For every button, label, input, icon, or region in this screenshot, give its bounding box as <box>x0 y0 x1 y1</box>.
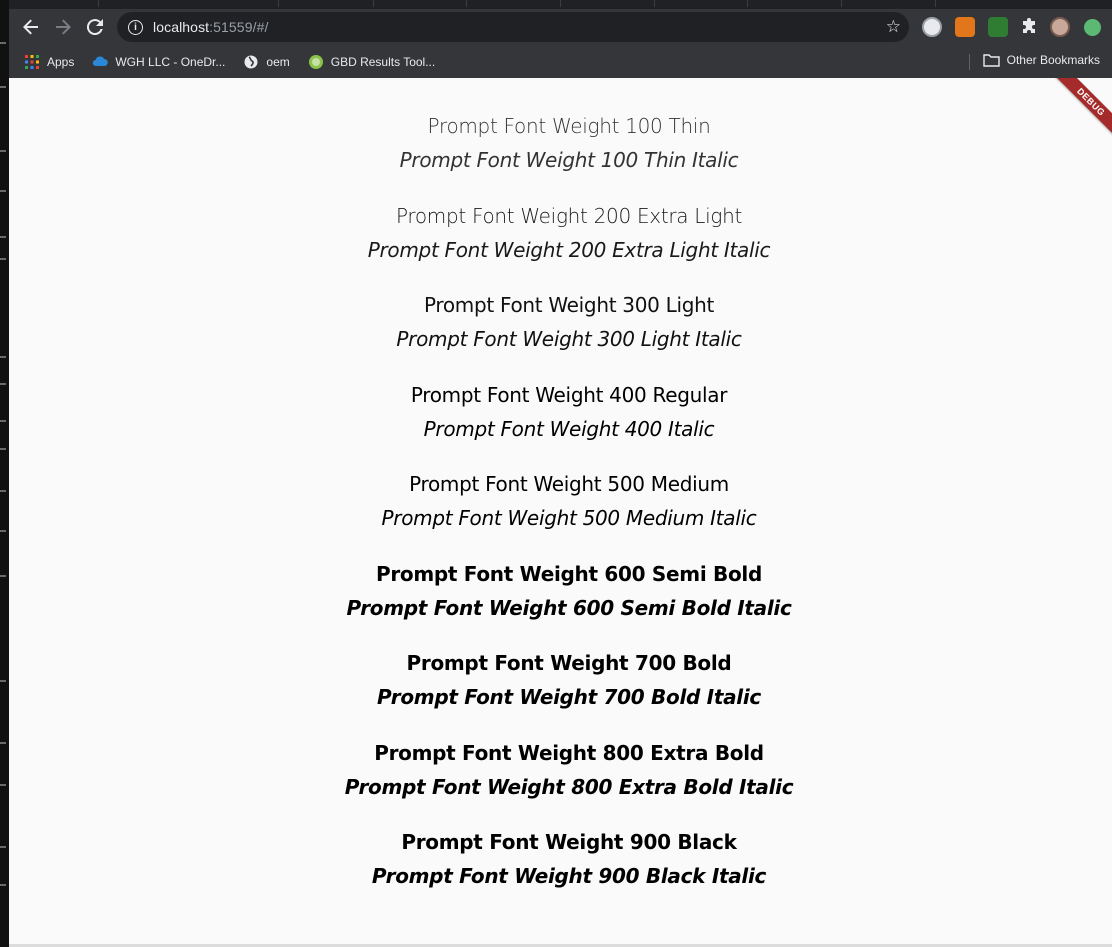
extensions-puzzle-icon[interactable] <box>1019 17 1039 37</box>
folder-icon <box>982 54 1000 67</box>
forward-button[interactable] <box>47 11 79 43</box>
font-sample-100: Prompt Font Weight 100 Thin Prompt Font … <box>9 109 1112 199</box>
font-sample-400: Prompt Font Weight 400 Regular Prompt Fo… <box>9 378 1112 468</box>
bookmark-apps[interactable]: Apps <box>24 54 74 70</box>
bookmark-star-icon[interactable]: ☆ <box>886 18 901 35</box>
sample-regular-text: Prompt Font Weight 200 Extra Light <box>395 203 743 228</box>
sample-regular-text: Prompt Font Weight 700 Bold <box>406 651 732 675</box>
onedrive-cloud-icon <box>93 56 109 66</box>
address-bar[interactable]: i localhost:51559/#/ ☆ <box>117 12 909 42</box>
sample-italic-text: Prompt Font Weight 500 Medium Italic <box>381 506 757 530</box>
sample-italic-text: Prompt Font Weight 100 Thin Italic <box>399 148 739 172</box>
font-sample-900: Prompt Font Weight 900 Black Prompt Font… <box>9 825 1112 915</box>
sample-regular-text: Prompt Font Weight 900 Black <box>401 830 737 854</box>
sample-regular-text: Prompt Font Weight 300 Light <box>423 293 715 317</box>
sample-regular-text: Prompt Font Weight 800 Extra Bold <box>374 740 764 765</box>
reload-button[interactable] <box>79 11 111 43</box>
sample-italic-text: Prompt Font Weight 600 Semi Bold Italic <box>346 595 792 620</box>
sample-regular-text: Prompt Font Weight 400 Regular <box>410 382 728 407</box>
font-weight-sample-list: Prompt Font Weight 100 Thin Prompt Font … <box>9 109 1112 915</box>
sample-regular-text: Prompt Font Weight 100 Thin <box>427 114 711 138</box>
sample-italic-text: Prompt Font Weight 700 Bold Italic <box>377 685 761 709</box>
bookmark-onedrive[interactable]: WGH LLC - OneDr... <box>92 54 225 70</box>
url-text[interactable]: localhost:51559/#/ <box>153 19 268 35</box>
sample-regular-text: Prompt Font Weight 500 Medium <box>409 472 729 496</box>
extension-green-icon[interactable] <box>988 17 1008 37</box>
tab-strip <box>9 0 1112 9</box>
bookmark-label: WGH LLC - OneDr... <box>115 54 226 69</box>
bookmark-label: Apps <box>47 54 75 69</box>
font-sample-300: Prompt Font Weight 300 Light Prompt Font… <box>9 288 1112 378</box>
other-bookmarks-folder[interactable]: Other Bookmarks <box>982 53 1100 67</box>
bookmarks-divider <box>969 54 970 70</box>
other-bookmarks-label: Other Bookmarks <box>1006 53 1100 67</box>
forward-arrow-icon <box>56 19 71 35</box>
sample-italic-text: Prompt Font Weight 400 Italic <box>423 416 715 441</box>
font-sample-700: Prompt Font Weight 700 Bold Prompt Font … <box>9 646 1112 736</box>
gbd-logo-icon <box>308 54 323 69</box>
app-viewport: DEBUG Prompt Font Weight 100 Thin Prompt… <box>9 78 1112 947</box>
url-host: localhost <box>153 19 210 35</box>
reload-icon <box>87 19 103 35</box>
site-info-icon[interactable]: i <box>128 19 143 35</box>
browser-toolbar: i localhost:51559/#/ ☆ <box>9 9 1112 45</box>
sample-italic-text: Prompt Font Weight 300 Light Italic <box>396 327 742 351</box>
bookmark-label: GBD Results Tool... <box>330 54 436 69</box>
sample-regular-text: Prompt Font Weight 600 Semi Bold <box>375 561 763 586</box>
sample-italic-text: Prompt Font Weight 800 Extra Bold Italic <box>344 774 794 799</box>
sample-italic-text: Prompt Font Weight 900 Black Italic <box>371 864 767 888</box>
globe-icon <box>244 55 258 68</box>
bookmark-oem[interactable]: oem <box>243 54 290 70</box>
profile-avatar[interactable] <box>1050 17 1070 37</box>
font-sample-200: Prompt Font Weight 200 Extra Light Promp… <box>9 199 1112 289</box>
bookmark-gbd-results[interactable]: GBD Results Tool... <box>308 54 435 70</box>
extension-wordpress-icon[interactable] <box>922 17 942 37</box>
background-terminal-strip <box>0 0 9 947</box>
bookmark-label: oem <box>266 54 290 69</box>
font-sample-600: Prompt Font Weight 600 Semi Bold Prompt … <box>9 557 1112 647</box>
bookmarks-bar: Apps WGH LLC - OneDr... oem GBD Results … <box>9 45 1112 79</box>
back-arrow-icon <box>23 19 38 35</box>
sample-italic-text: Prompt Font Weight 200 Extra Light Itali… <box>367 237 771 262</box>
font-sample-800: Prompt Font Weight 800 Extra Bold Prompt… <box>9 736 1112 826</box>
browser-window: i localhost:51559/#/ ☆ Apps WGH LLC - On… <box>9 0 1112 947</box>
font-sample-500: Prompt Font Weight 500 Medium Prompt Fon… <box>9 467 1112 557</box>
extension-metamask-fox-icon[interactable] <box>955 17 975 37</box>
back-button[interactable] <box>15 11 47 43</box>
apps-grid-icon <box>25 54 39 69</box>
update-available-icon[interactable] <box>1084 19 1101 36</box>
url-path: :51559/#/ <box>209 19 269 35</box>
